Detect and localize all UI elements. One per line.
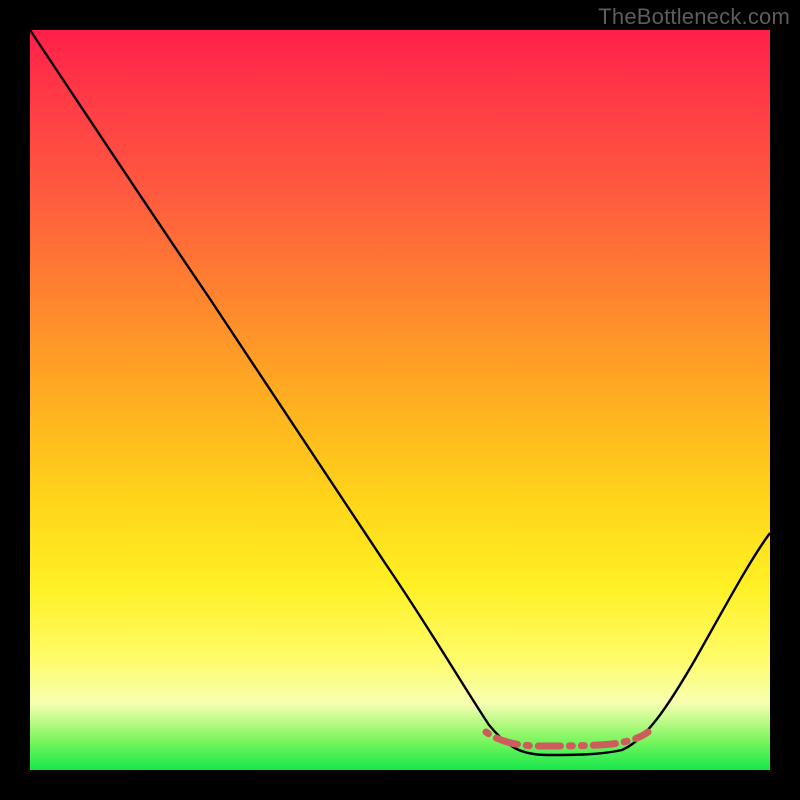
curve-path	[30, 30, 770, 755]
chart-frame: TheBottleneck.com	[0, 0, 800, 800]
optimal-range-marker	[486, 732, 648, 746]
plot-area	[30, 30, 770, 770]
bottleneck-curve	[30, 30, 770, 770]
watermark-text: TheBottleneck.com	[598, 4, 790, 30]
